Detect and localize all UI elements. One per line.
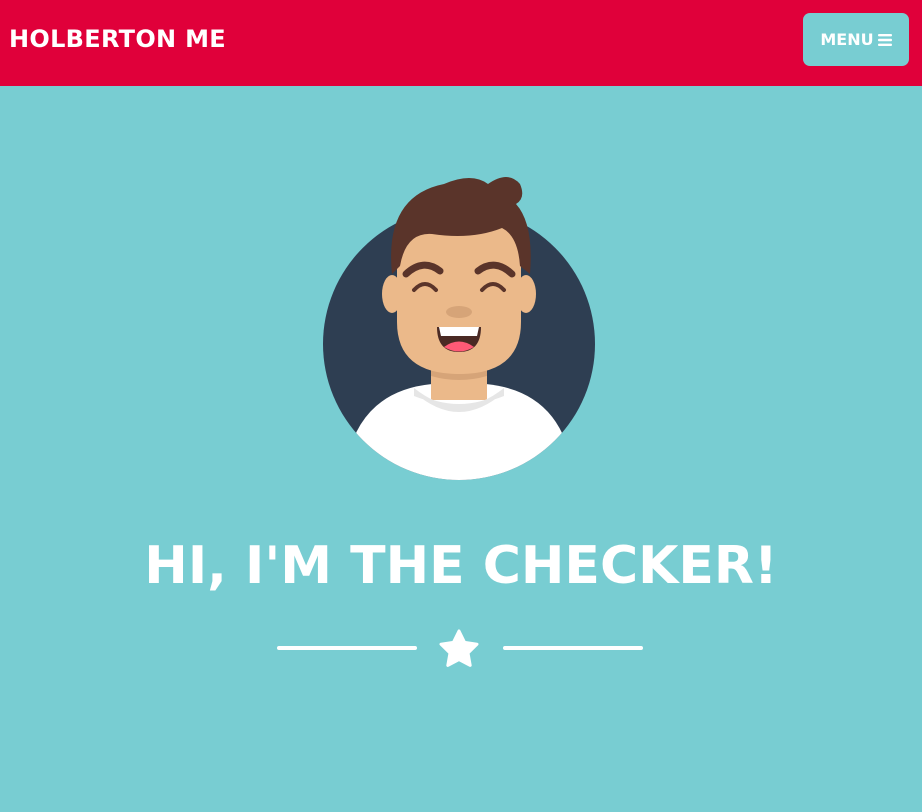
menu-button[interactable]: MENU: [803, 13, 909, 66]
hamburger-icon: [877, 33, 892, 46]
star-icon: [439, 629, 479, 667]
divider-line-right: [503, 646, 643, 650]
menu-label: MENU: [820, 30, 874, 49]
divider-line-left: [277, 646, 417, 650]
avatar: [323, 177, 595, 480]
hero-headline: HI, I'M THE CHECKER!: [144, 536, 778, 596]
navbar: HOLBERTON ME MENU: [0, 0, 922, 86]
star-divider: [277, 625, 643, 673]
brand-title[interactable]: HOLBERTON ME: [9, 24, 226, 54]
